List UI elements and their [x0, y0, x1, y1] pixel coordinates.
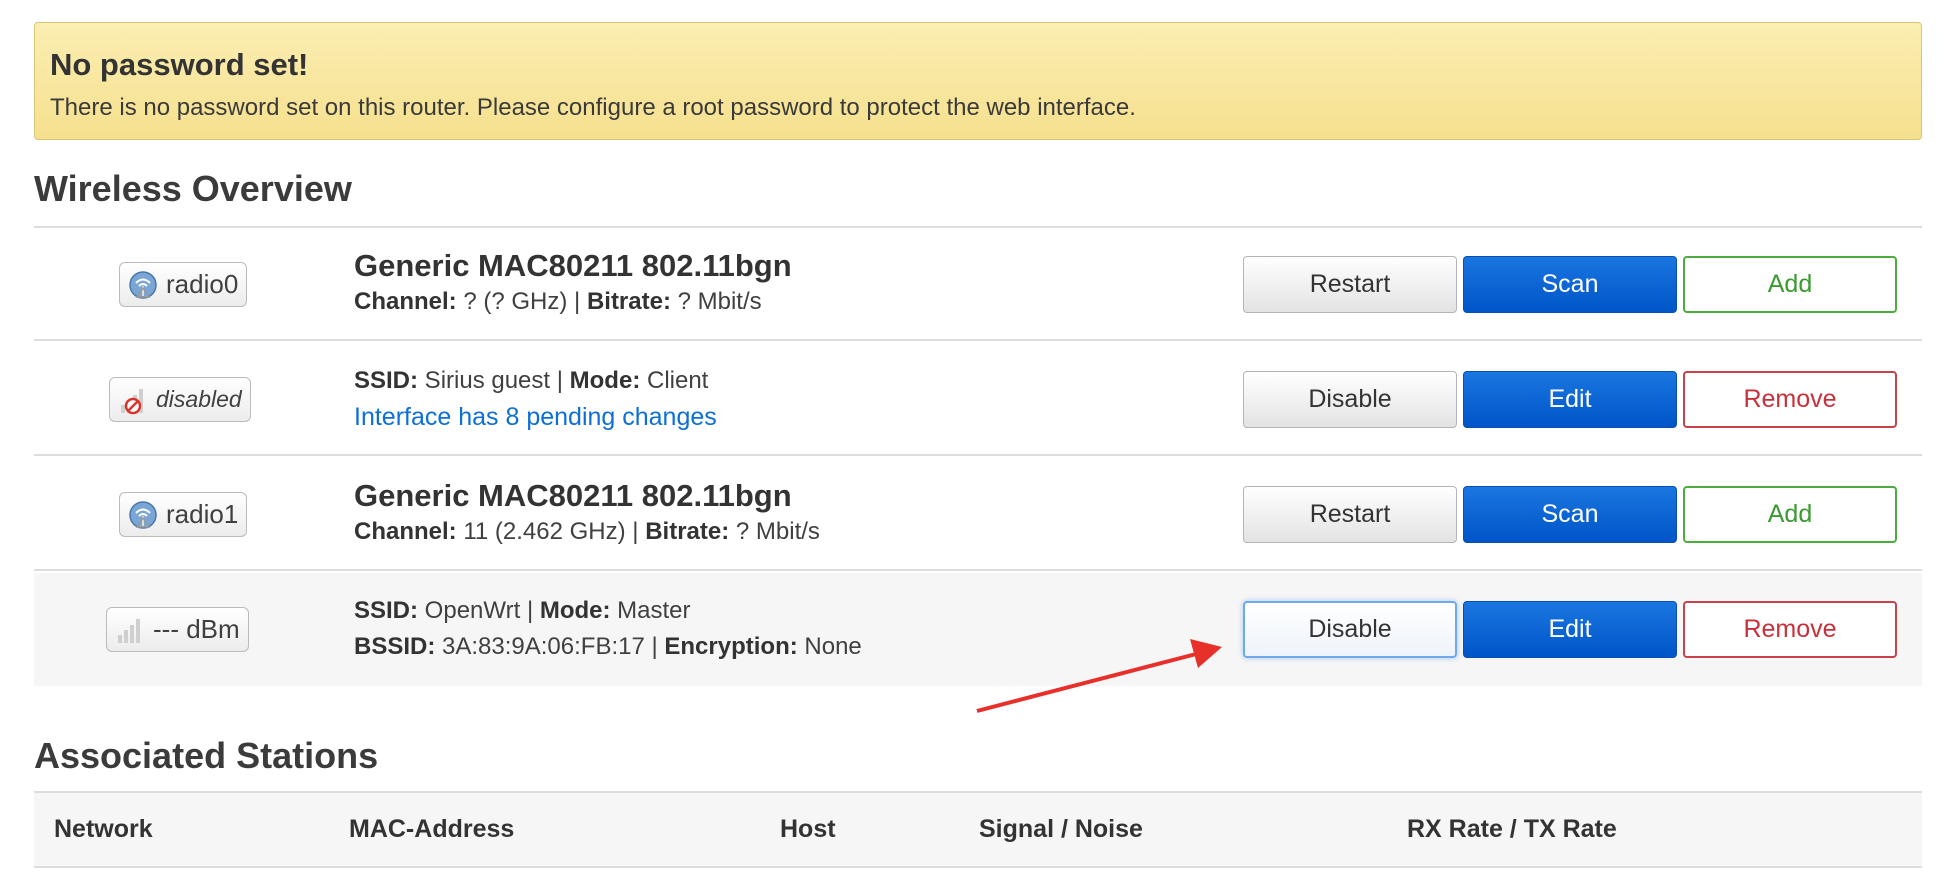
radio1-title: Generic MAC80211 802.11bgn — [354, 478, 792, 513]
signal-disabled-icon — [118, 385, 148, 415]
radio0-restart-button[interactable]: Restart — [1243, 256, 1457, 313]
encryption-key: Encryption: — [664, 633, 798, 660]
channel-key: Channel: — [354, 288, 457, 315]
radio1-restart-button[interactable]: Restart — [1243, 486, 1457, 543]
mode-value: Master — [610, 597, 691, 624]
bitrate-key: Bitrate: — [586, 288, 671, 315]
radio1-add-button[interactable]: Add — [1683, 486, 1897, 543]
column-network: Network — [34, 791, 329, 868]
ssid-value: Sirius guest | — [418, 367, 570, 394]
radio0-badge: radio0 — [119, 262, 248, 307]
column-signal-noise: Signal / Noise — [959, 791, 1387, 868]
bssid-encryption-line: BSSID: 3A:83:9A:06:FB:17 | Encryption: N… — [354, 629, 862, 665]
radio1-badge: radio1 — [119, 492, 248, 537]
signal-dbm-label: --- dBm — [153, 614, 240, 644]
radio1-scan-button[interactable]: Scan — [1463, 486, 1677, 543]
ssid-value: OpenWrt | — [418, 597, 540, 624]
sirius-guest-network-row: disabled SSID: Sirius guest | Mode: Clie… — [34, 343, 1922, 456]
radio0-channel-bitrate: Channel: ? (? GHz) | Bitrate: ? Mbit/s — [354, 284, 792, 320]
openwrt-edit-button[interactable]: Edit — [1463, 601, 1677, 658]
radio0-scan-button[interactable]: Scan — [1463, 256, 1677, 313]
sirius-guest-edit-button[interactable]: Edit — [1463, 371, 1677, 428]
signal-bars-icon — [115, 615, 145, 645]
wifi-radio-icon — [128, 500, 158, 530]
openwrt-disable-button[interactable]: Disable — [1243, 601, 1457, 658]
openwrt-network-row: --- dBm SSID: OpenWrt | Mode: Master BSS… — [34, 573, 1922, 686]
associated-stations-heading: Associated Stations — [34, 735, 379, 776]
ssid-key: SSID: — [354, 367, 419, 394]
disabled-badge: disabled — [109, 377, 251, 422]
bitrate-value: ? Mbit/s — [670, 288, 762, 315]
sirius-guest-info: SSID: Sirius guest | Mode: Client Interf… — [354, 363, 717, 439]
mode-value: Client — [640, 367, 709, 394]
wifi-radio-icon — [128, 270, 158, 300]
pending-changes-link[interactable]: Interface has 8 pending changes — [354, 403, 717, 431]
radio1-channel-bitrate: Channel: 11 (2.462 GHz) | Bitrate: ? Mbi… — [354, 514, 820, 550]
ssid-mode-line: SSID: Sirius guest | Mode: Client — [354, 363, 717, 399]
sirius-guest-disable-button[interactable]: Disable — [1243, 371, 1457, 428]
radio0-info: Generic MAC80211 802.11bgn Channel: ? (?… — [354, 248, 792, 320]
alert-message: There is no password set on this router.… — [50, 94, 1136, 121]
radio1-info: Generic MAC80211 802.11bgn Channel: 11 (… — [354, 478, 820, 550]
sirius-guest-remove-button[interactable]: Remove — [1683, 371, 1897, 428]
channel-value: 11 (2.462 GHz) | — [456, 518, 646, 545]
bitrate-value: ? Mbit/s — [729, 518, 820, 545]
radio0-device-row: radio0 Generic MAC80211 802.11bgn Channe… — [34, 228, 1922, 341]
bssid-value: 3A:83:9A:06:FB:17 | — [435, 633, 665, 660]
no-password-alert: No password set! There is no password se… — [34, 22, 1922, 140]
table-header-row: Network MAC-Address Host Signal / Noise … — [34, 791, 1922, 868]
column-mac-address: MAC-Address — [329, 791, 760, 868]
bitrate-key: Bitrate: — [645, 518, 730, 545]
radio0-label: radio0 — [166, 269, 239, 299]
radio0-title: Generic MAC80211 802.11bgn — [354, 248, 792, 283]
channel-key: Channel: — [354, 518, 457, 545]
openwrt-info: SSID: OpenWrt | Mode: Master BSSID: 3A:8… — [354, 593, 862, 665]
wireless-overview-heading: Wireless Overview — [34, 168, 352, 209]
bssid-key: BSSID: — [354, 633, 436, 660]
signal-badge: --- dBm — [106, 607, 249, 652]
encryption-value: None — [797, 633, 862, 660]
alert-title: No password set! — [50, 47, 309, 82]
column-rx-tx-rate: RX Rate / TX Rate — [1387, 791, 1922, 868]
openwrt-remove-button[interactable]: Remove — [1683, 601, 1897, 658]
mode-key: Mode: — [569, 367, 641, 394]
radio1-device-row: radio1 Generic MAC80211 802.11bgn Channe… — [34, 458, 1922, 571]
radio1-label: radio1 — [166, 499, 239, 529]
disabled-label: disabled — [156, 386, 242, 412]
channel-value: ? (? GHz) | — [456, 288, 587, 315]
associated-stations-table: Network MAC-Address Host Signal / Noise … — [34, 791, 1922, 868]
column-host: Host — [760, 791, 959, 868]
ssid-key: SSID: — [354, 597, 419, 624]
mode-key: Mode: — [539, 597, 611, 624]
radio0-add-button[interactable]: Add — [1683, 256, 1897, 313]
ssid-mode-line: SSID: OpenWrt | Mode: Master — [354, 593, 862, 629]
